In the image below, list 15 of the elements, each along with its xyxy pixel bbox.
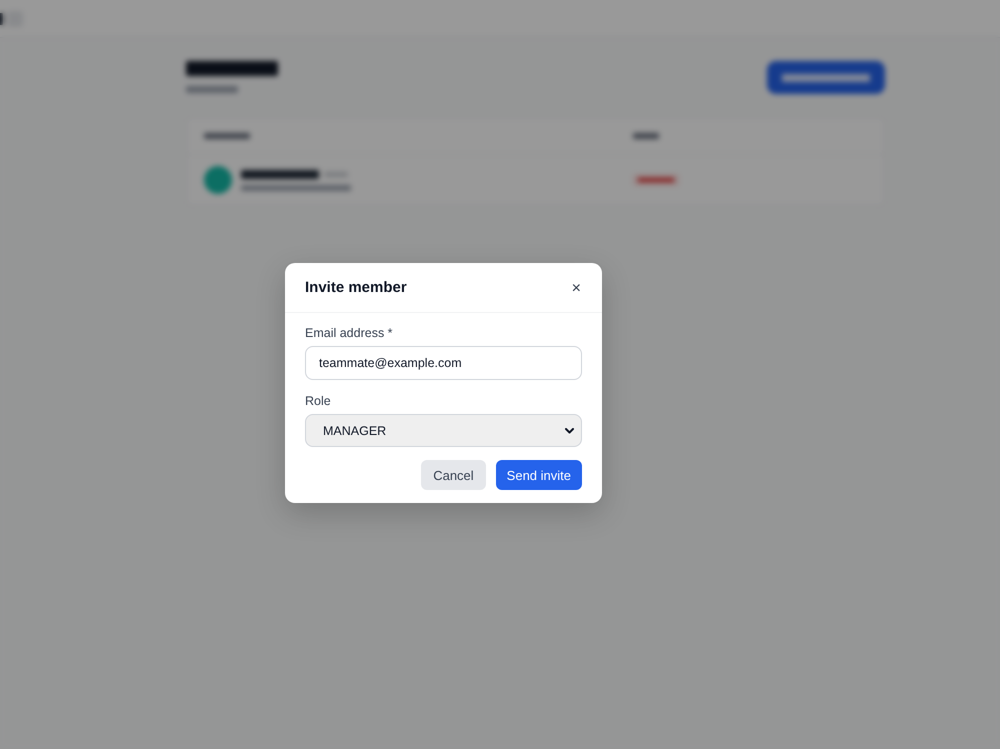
send-invite-button[interactable]: Send invite xyxy=(496,460,582,490)
email-input[interactable]: teammate@example.com xyxy=(305,346,582,380)
blurred-column-header xyxy=(633,133,659,139)
field-label: Email address * xyxy=(305,326,394,341)
blurred-column-header xyxy=(204,133,250,139)
avatar xyxy=(204,166,232,194)
invite-button[interactable] xyxy=(767,61,885,94)
blurred-text-line xyxy=(186,86,238,93)
role-select[interactable]: MANAGER xyxy=(305,414,582,447)
chevron-down-icon xyxy=(565,428,574,434)
role-badge xyxy=(633,174,679,186)
dialog-title: Invite member xyxy=(305,279,407,296)
cancel-button[interactable]: Cancel xyxy=(421,460,486,490)
field-label: Role xyxy=(305,394,332,409)
close-button[interactable]: × xyxy=(570,280,583,296)
